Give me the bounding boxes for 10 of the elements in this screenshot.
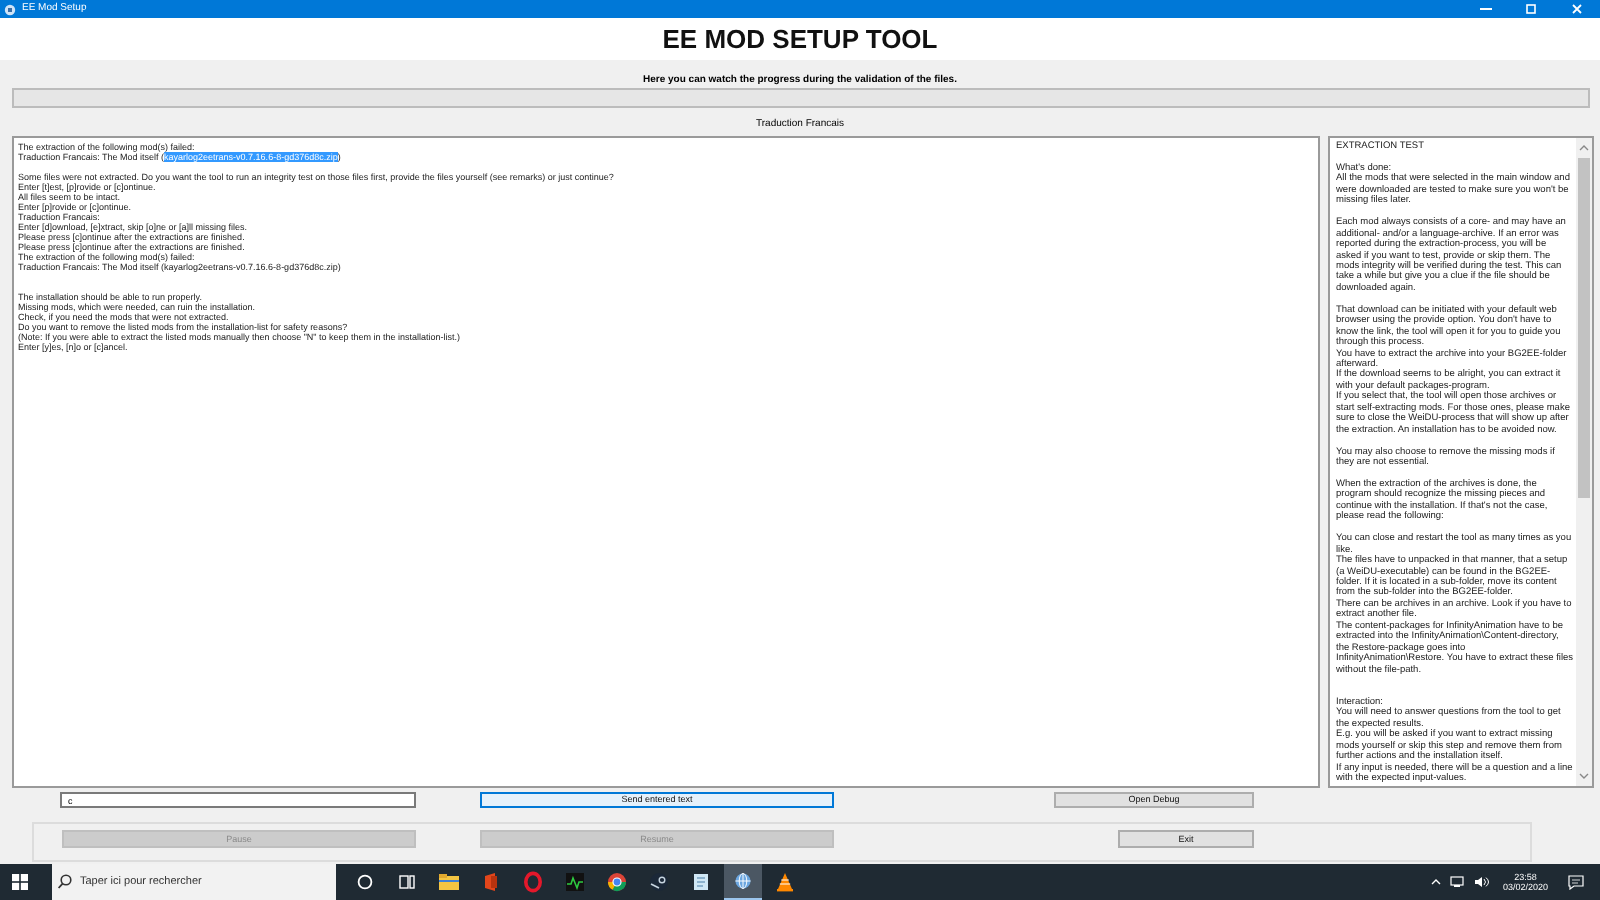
notification-icon[interactable] [1568,874,1584,890]
globe-icon[interactable] [724,864,762,900]
app-title: EE MOD SETUP TOOL [662,24,938,54]
scrollbar[interactable] [1576,138,1592,786]
network-icon[interactable] [1450,876,1467,888]
windows-logo-icon[interactable] [12,874,28,890]
app-icon [4,3,16,15]
chevron-up-icon[interactable] [1430,876,1443,888]
search-icon[interactable] [52,864,76,900]
volume-icon[interactable] [1474,876,1491,888]
